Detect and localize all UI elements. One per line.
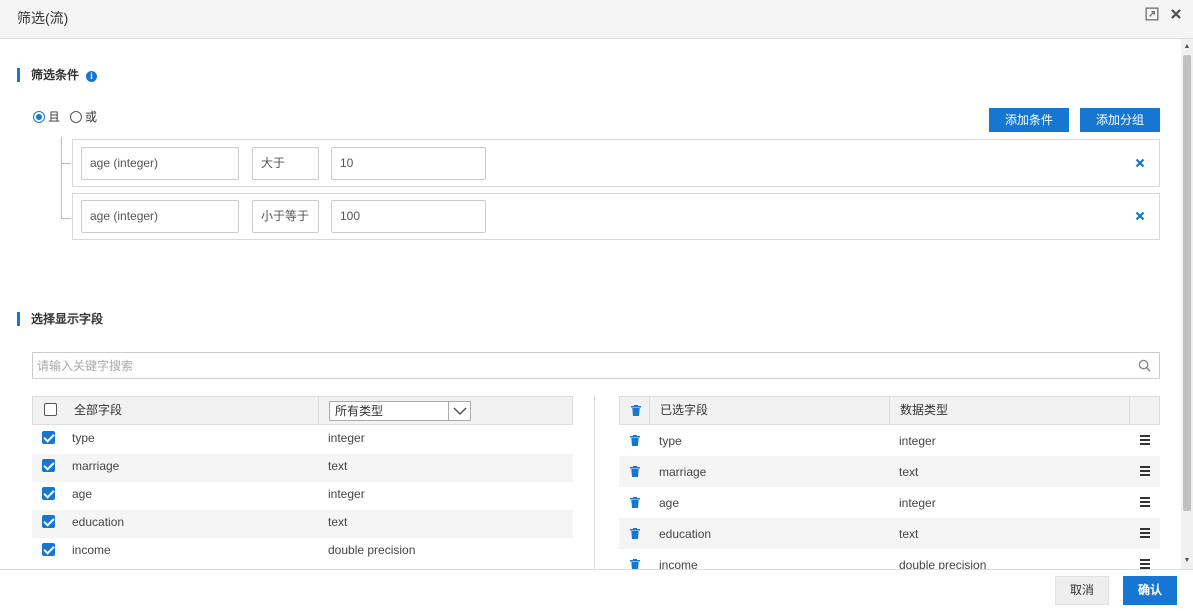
drag-handle-icon[interactable] [1140, 559, 1150, 569]
list-item[interactable]: type integer [32, 426, 573, 454]
selected-fields-panel: 已选字段 数据类型 type integer marriage text age… [619, 396, 1160, 569]
list-item[interactable]: age integer [32, 482, 573, 510]
field-checkbox[interactable] [42, 515, 55, 528]
drag-handle-icon[interactable] [1140, 497, 1150, 507]
trash-icon[interactable] [630, 497, 640, 508]
condition-operator-select[interactable]: 小于等于 [252, 200, 319, 233]
scrollbar-thumb[interactable] [1183, 55, 1191, 511]
condition-value-input[interactable]: 100 [331, 200, 486, 233]
trash-icon[interactable] [630, 559, 640, 569]
field-checkbox[interactable] [42, 543, 55, 556]
list-item[interactable]: marriage text [32, 454, 573, 482]
search-icon[interactable] [1138, 359, 1151, 372]
list-item[interactable]: income double precision [32, 538, 573, 566]
close-icon[interactable] [1169, 7, 1183, 21]
all-fields-header: 全部字段 所有类型 [32, 396, 573, 425]
drag-handle-icon[interactable] [1140, 435, 1150, 445]
tree-connector [61, 137, 71, 219]
column-separator [649, 397, 650, 424]
selected-fields-header: 已选字段 数据类型 [619, 396, 1160, 425]
table-row: income double precision [619, 549, 1160, 569]
selected-fields-column-header: 已选字段 [660, 403, 709, 417]
radio-or-dot[interactable] [70, 110, 83, 123]
table-row: education text [619, 518, 1160, 549]
confirm-button[interactable]: 确认 [1123, 576, 1177, 605]
radio-and-dot[interactable] [33, 110, 45, 123]
tree-connector-tick [61, 163, 71, 164]
scroll-down-arrow-icon[interactable]: ▼ [1181, 555, 1193, 567]
all-fields-panel: 全部字段 所有类型 type integer marriage text age… [32, 396, 573, 569]
expand-icon[interactable] [1145, 7, 1159, 21]
cancel-button[interactable]: 取消 [1055, 576, 1109, 605]
dialog-title: 筛选(流) [17, 10, 69, 26]
field-checkbox[interactable] [42, 487, 55, 500]
drag-handle-icon[interactable] [1140, 466, 1150, 476]
vertical-scrollbar[interactable]: ▲ ▼ [1181, 39, 1193, 569]
condition-row: age (integer) 小于等于 100 [72, 193, 1160, 240]
condition-row: age (integer) 大于 10 [72, 139, 1160, 187]
trash-icon[interactable] [630, 435, 640, 446]
close-x-icon[interactable] [1135, 158, 1145, 168]
table-row: marriage text [619, 456, 1160, 487]
field-checkbox[interactable] [42, 459, 55, 472]
logic-radio-group: 且 或 [33, 108, 97, 125]
radio-or[interactable]: 或 [70, 108, 97, 125]
condition-field-select[interactable]: age (integer) [81, 147, 239, 180]
table-row: age integer [619, 487, 1160, 518]
fields-section-title: 选择显示字段 [17, 311, 103, 327]
column-separator [889, 397, 890, 424]
trash-icon[interactable] [631, 405, 641, 416]
field-checkbox[interactable] [42, 431, 55, 444]
list-item[interactable]: education text [32, 510, 573, 538]
chevron-down-icon[interactable] [448, 402, 470, 420]
filter-section-title: 筛选条件 i [17, 67, 98, 83]
data-type-column-header: 数据类型 [900, 403, 949, 417]
titlebar-icons [1145, 7, 1183, 21]
column-separator [318, 397, 319, 424]
table-row: type integer [619, 425, 1160, 456]
condition-field-select[interactable]: age (integer) [81, 200, 239, 233]
field-search-box [32, 352, 1160, 379]
add-group-button[interactable]: 添加分组 [1080, 108, 1160, 132]
column-separator [1129, 397, 1130, 424]
close-x-icon[interactable] [1135, 211, 1145, 221]
add-condition-button[interactable]: 添加条件 [989, 108, 1069, 132]
trash-icon[interactable] [630, 466, 640, 477]
trash-icon[interactable] [630, 528, 640, 539]
dialog-titlebar: 筛选(流) [0, 0, 1193, 39]
condition-value-input[interactable]: 10 [331, 147, 486, 180]
info-icon[interactable]: i [86, 71, 98, 82]
dialog-footer: 取消 确认 [0, 569, 1193, 611]
scroll-up-arrow-icon[interactable]: ▲ [1181, 41, 1193, 53]
type-filter-select[interactable]: 所有类型 [329, 401, 471, 421]
dialog-body: 筛选条件 i 且 或 添加条件 添加分组 age (integer) 大于 10 … [0, 39, 1193, 569]
drag-handle-icon[interactable] [1140, 528, 1150, 538]
radio-and[interactable]: 且 [33, 108, 60, 125]
panel-divider [594, 396, 595, 569]
select-all-checkbox[interactable] [44, 403, 57, 416]
condition-operator-select[interactable]: 大于 [252, 147, 319, 180]
all-fields-column-header: 全部字段 [74, 403, 123, 417]
field-search-input[interactable] [33, 353, 1123, 378]
